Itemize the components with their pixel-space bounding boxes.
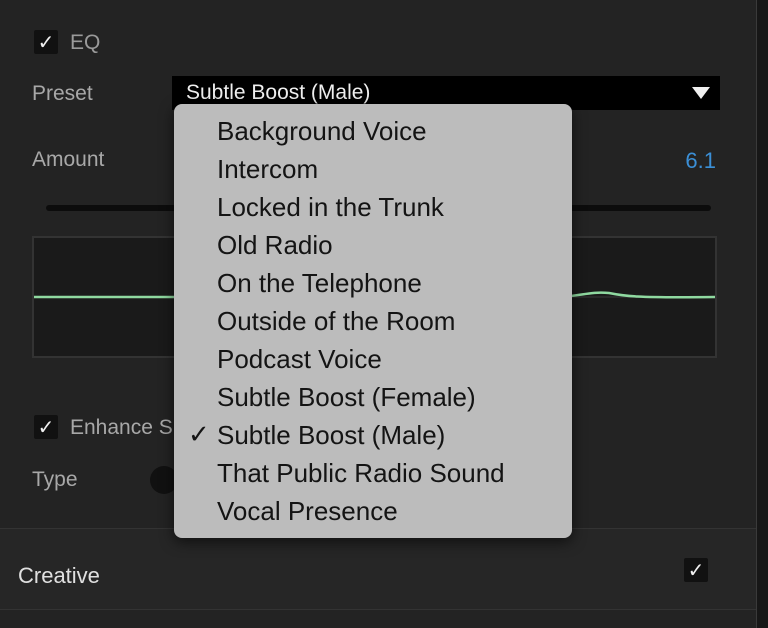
triangle-down-icon [692,87,710,99]
eq-label: EQ [70,31,101,54]
menu-item[interactable]: Subtle Boost (Female) [174,378,572,416]
creative-label: Creative [18,563,100,588]
menu-item[interactable]: Outside of the Room [174,302,572,340]
menu-item-label: That Public Radio Sound [217,458,505,488]
creative-checkbox[interactable]: ✓ [684,558,708,582]
menu-item[interactable]: Intercom [174,150,572,188]
menu-item-label: Old Radio [217,230,333,260]
menu-item-label: Outside of the Room [217,306,456,336]
menu-item-label: Background Voice [217,116,427,146]
panel-edge-scrollbar[interactable] [756,0,768,628]
menu-item[interactable]: Podcast Voice [174,340,572,378]
checkmark-icon: ✓ [188,420,210,450]
checkmark-icon: ✓ [37,30,55,54]
menu-item-label: Subtle Boost (Female) [217,382,476,412]
menu-item[interactable]: Background Voice [174,112,572,150]
creative-section: Creative ✓ [0,528,756,610]
menu-item[interactable]: That Public Radio Sound [174,454,572,492]
menu-item-label: On the Telephone [217,268,422,298]
enhance-label: Enhance S [70,416,173,439]
preset-menu: Background Voice Intercom Locked in the … [174,104,572,538]
menu-item-label: Intercom [217,154,319,184]
menu-item[interactable]: Locked in the Trunk [174,188,572,226]
checkmark-icon: ✓ [37,415,55,439]
eq-checkbox[interactable]: ✓ [34,30,58,54]
menu-item[interactable]: Vocal Presence [174,492,572,530]
menu-item[interactable]: On the Telephone [174,264,572,302]
menu-item-label: Locked in the Trunk [217,192,444,222]
menu-item[interactable]: Old Radio [174,226,572,264]
preset-selected-value: Subtle Boost (Male) [186,81,371,104]
menu-item-label: Vocal Presence [217,496,398,526]
menu-item-label: Subtle Boost (Male) [217,420,446,450]
checkmark-icon: ✓ [687,558,705,582]
menu-item-label: Podcast Voice [217,344,382,374]
preset-label: Preset [32,82,93,105]
enhance-checkbox[interactable]: ✓ [34,415,58,439]
type-label: Type [32,468,78,491]
amount-label: Amount [32,148,105,171]
menu-item-selected[interactable]: ✓ Subtle Boost (Male) [174,416,572,454]
amount-value[interactable]: 6.1 [640,148,716,174]
